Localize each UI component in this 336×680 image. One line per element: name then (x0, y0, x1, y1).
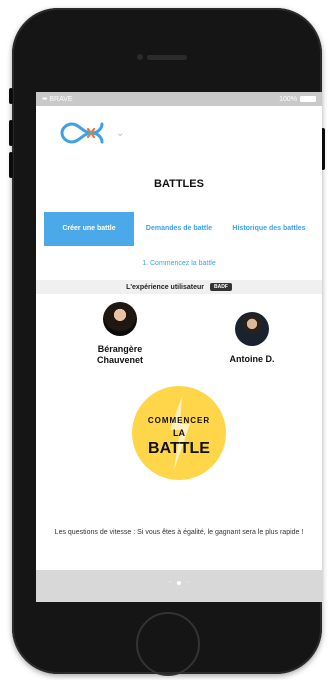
player-card: Antoine D. (212, 312, 292, 365)
page-title: BATTLES (154, 178, 204, 190)
battery-icon (300, 96, 316, 102)
start-line-3: BATTLE (148, 440, 210, 457)
start-line-1: COMMENCER (147, 416, 211, 425)
avatar (103, 302, 137, 336)
app-header: ⌄ (36, 108, 322, 152)
start-line-2: LA (173, 428, 185, 438)
speed-info: Les questions de vitesse : Si vous êtes … (54, 529, 304, 536)
infinity-logo-icon[interactable] (52, 120, 112, 146)
status-left: ••• BRAVE (42, 96, 73, 103)
avatar (235, 312, 269, 346)
carrier-label: BRAVE (49, 95, 73, 103)
front-camera (137, 54, 143, 60)
side-button (9, 120, 13, 146)
pager-dot-active[interactable] (177, 581, 181, 585)
start-battle-button[interactable]: COMMENCER LA BATTLE (132, 386, 226, 480)
signal-icon: ••• (42, 95, 47, 103)
step-label[interactable]: 1. Commencez la battle (36, 260, 322, 267)
app-screen: ••• BRAVE 100% ⌄ BATTLES Créer une battl… (36, 92, 322, 602)
side-button (9, 152, 13, 178)
experience-label: L'expérience utilisateur (126, 283, 205, 291)
tab-create-battle[interactable]: Créer une battle (44, 212, 134, 246)
bottom-bar: ◦ ◦ (36, 570, 322, 602)
tabs: Créer une battle Demandes de battle Hist… (44, 212, 314, 246)
chevron-down-icon[interactable]: ⌄ (116, 128, 124, 139)
tab-battle-requests[interactable]: Demandes de battle (134, 212, 224, 246)
pager: ◦ ◦ (36, 580, 322, 586)
battery: 100% (279, 96, 316, 103)
tab-battle-history[interactable]: Historique des battles (224, 212, 314, 246)
player-name: Antoine D. (229, 354, 275, 364)
home-button[interactable] (136, 612, 200, 676)
side-button (9, 88, 13, 104)
speaker-grill (147, 55, 187, 60)
status-bar: ••• BRAVE 100% (36, 92, 322, 106)
player-name: Bérangère Chauvenet (96, 344, 143, 365)
experience-row: L'expérience utilisateur BADF (36, 280, 322, 294)
player-card: Bérangère Chauvenet (80, 302, 160, 366)
battery-percent: 100% (279, 95, 297, 103)
pager-right-icon[interactable]: ◦ (187, 580, 189, 586)
experience-badge: BADF (210, 283, 232, 291)
pager-left-icon[interactable]: ◦ (169, 580, 171, 586)
